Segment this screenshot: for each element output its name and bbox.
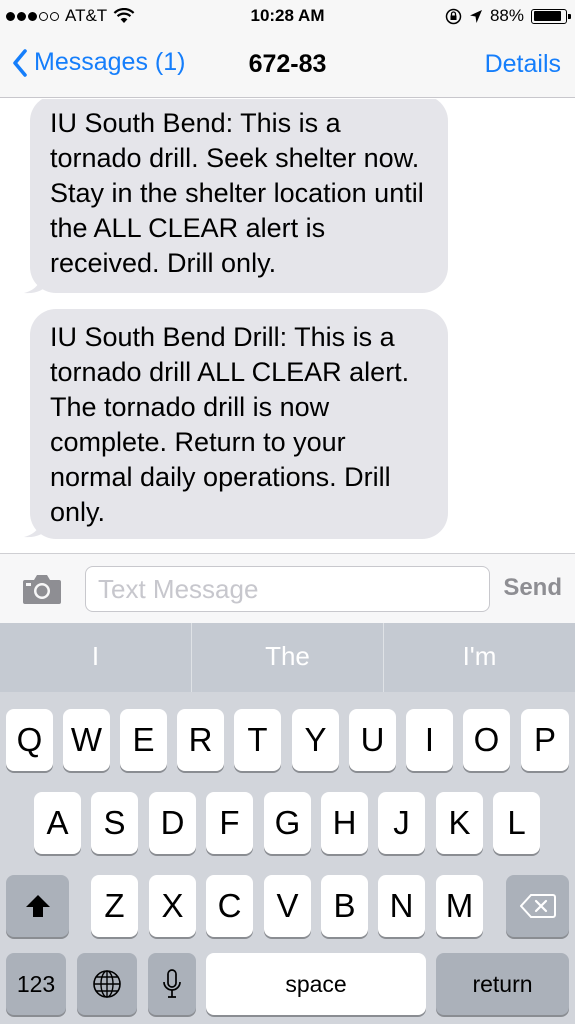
key-o[interactable]: O: [463, 709, 510, 771]
battery-percent: 88%: [489, 6, 524, 25]
back-button[interactable]: Messages (1): [12, 48, 185, 77]
key-v[interactable]: V: [264, 875, 311, 937]
key-y[interactable]: Y: [292, 709, 339, 771]
key-p[interactable]: P: [521, 709, 569, 771]
keyboard: I The I'm Q W E R T Y U I O P A S D F G …: [0, 623, 575, 1024]
key-l[interactable]: L: [493, 792, 540, 854]
battery-level: [533, 11, 561, 21]
key-g[interactable]: G: [264, 792, 311, 854]
key-w[interactable]: W: [63, 709, 110, 771]
text-message-input[interactable]: [85, 566, 490, 612]
dictation-key[interactable]: [148, 953, 196, 1015]
key-q[interactable]: Q: [6, 709, 53, 771]
key-a[interactable]: A: [34, 792, 81, 854]
key-s[interactable]: S: [91, 792, 138, 854]
delete-backspace-icon: [519, 894, 556, 918]
key-f[interactable]: F: [206, 792, 253, 854]
suggestion-item[interactable]: The: [192, 623, 384, 692]
message-thread[interactable]: IU South Bend: This is a tornado drill. …: [0, 99, 575, 553]
key-z[interactable]: Z: [91, 875, 138, 937]
orientation-lock-icon: [445, 8, 462, 24]
status-bar: AT&T 10:28 AM 88%: [0, 0, 575, 34]
key-i[interactable]: I: [406, 709, 453, 771]
key-b[interactable]: B: [321, 875, 368, 937]
suggestion-item[interactable]: I'm: [384, 623, 575, 692]
back-button-label: Messages (1): [34, 48, 186, 76]
chevron-left-icon: [13, 48, 27, 77]
suggestion-item[interactable]: I: [0, 623, 192, 692]
delete-key[interactable]: [506, 875, 569, 937]
globe-icon: [93, 970, 121, 998]
location-arrow-icon: [469, 9, 482, 23]
key-x[interactable]: X: [149, 875, 196, 937]
numbers-key[interactable]: 123: [6, 953, 66, 1015]
message-input-bar: Send: [0, 553, 575, 623]
key-k[interactable]: K: [436, 792, 483, 854]
status-right: 88%: [445, 6, 571, 26]
navigation-bar: Messages (1) 672-83 Details: [0, 34, 575, 98]
key-u[interactable]: U: [349, 709, 396, 771]
globe-key[interactable]: [77, 953, 137, 1015]
message-bubble-incoming[interactable]: IU South Bend: This is a tornado drill. …: [30, 99, 448, 293]
shift-icon: [25, 895, 50, 917]
microphone-icon: [163, 969, 181, 998]
return-key[interactable]: return: [436, 953, 569, 1015]
message-bubble-incoming[interactable]: IU South Bend Drill: This is a tornado d…: [30, 309, 448, 539]
key-d[interactable]: D: [149, 792, 196, 854]
key-e[interactable]: E: [120, 709, 167, 771]
key-t[interactable]: T: [234, 709, 281, 771]
key-r[interactable]: R: [177, 709, 224, 771]
key-m[interactable]: M: [436, 875, 483, 937]
key-n[interactable]: N: [378, 875, 425, 937]
shift-key[interactable]: [6, 875, 69, 937]
space-key[interactable]: space: [206, 953, 426, 1015]
key-j[interactable]: J: [378, 792, 425, 854]
send-button[interactable]: Send: [503, 574, 562, 602]
battery-icon: [531, 8, 571, 24]
details-button[interactable]: Details: [485, 50, 561, 79]
key-h[interactable]: H: [321, 792, 368, 854]
quicktype-suggestions: I The I'm: [0, 623, 575, 692]
key-c[interactable]: C: [206, 875, 253, 937]
camera-icon[interactable]: [22, 572, 62, 606]
